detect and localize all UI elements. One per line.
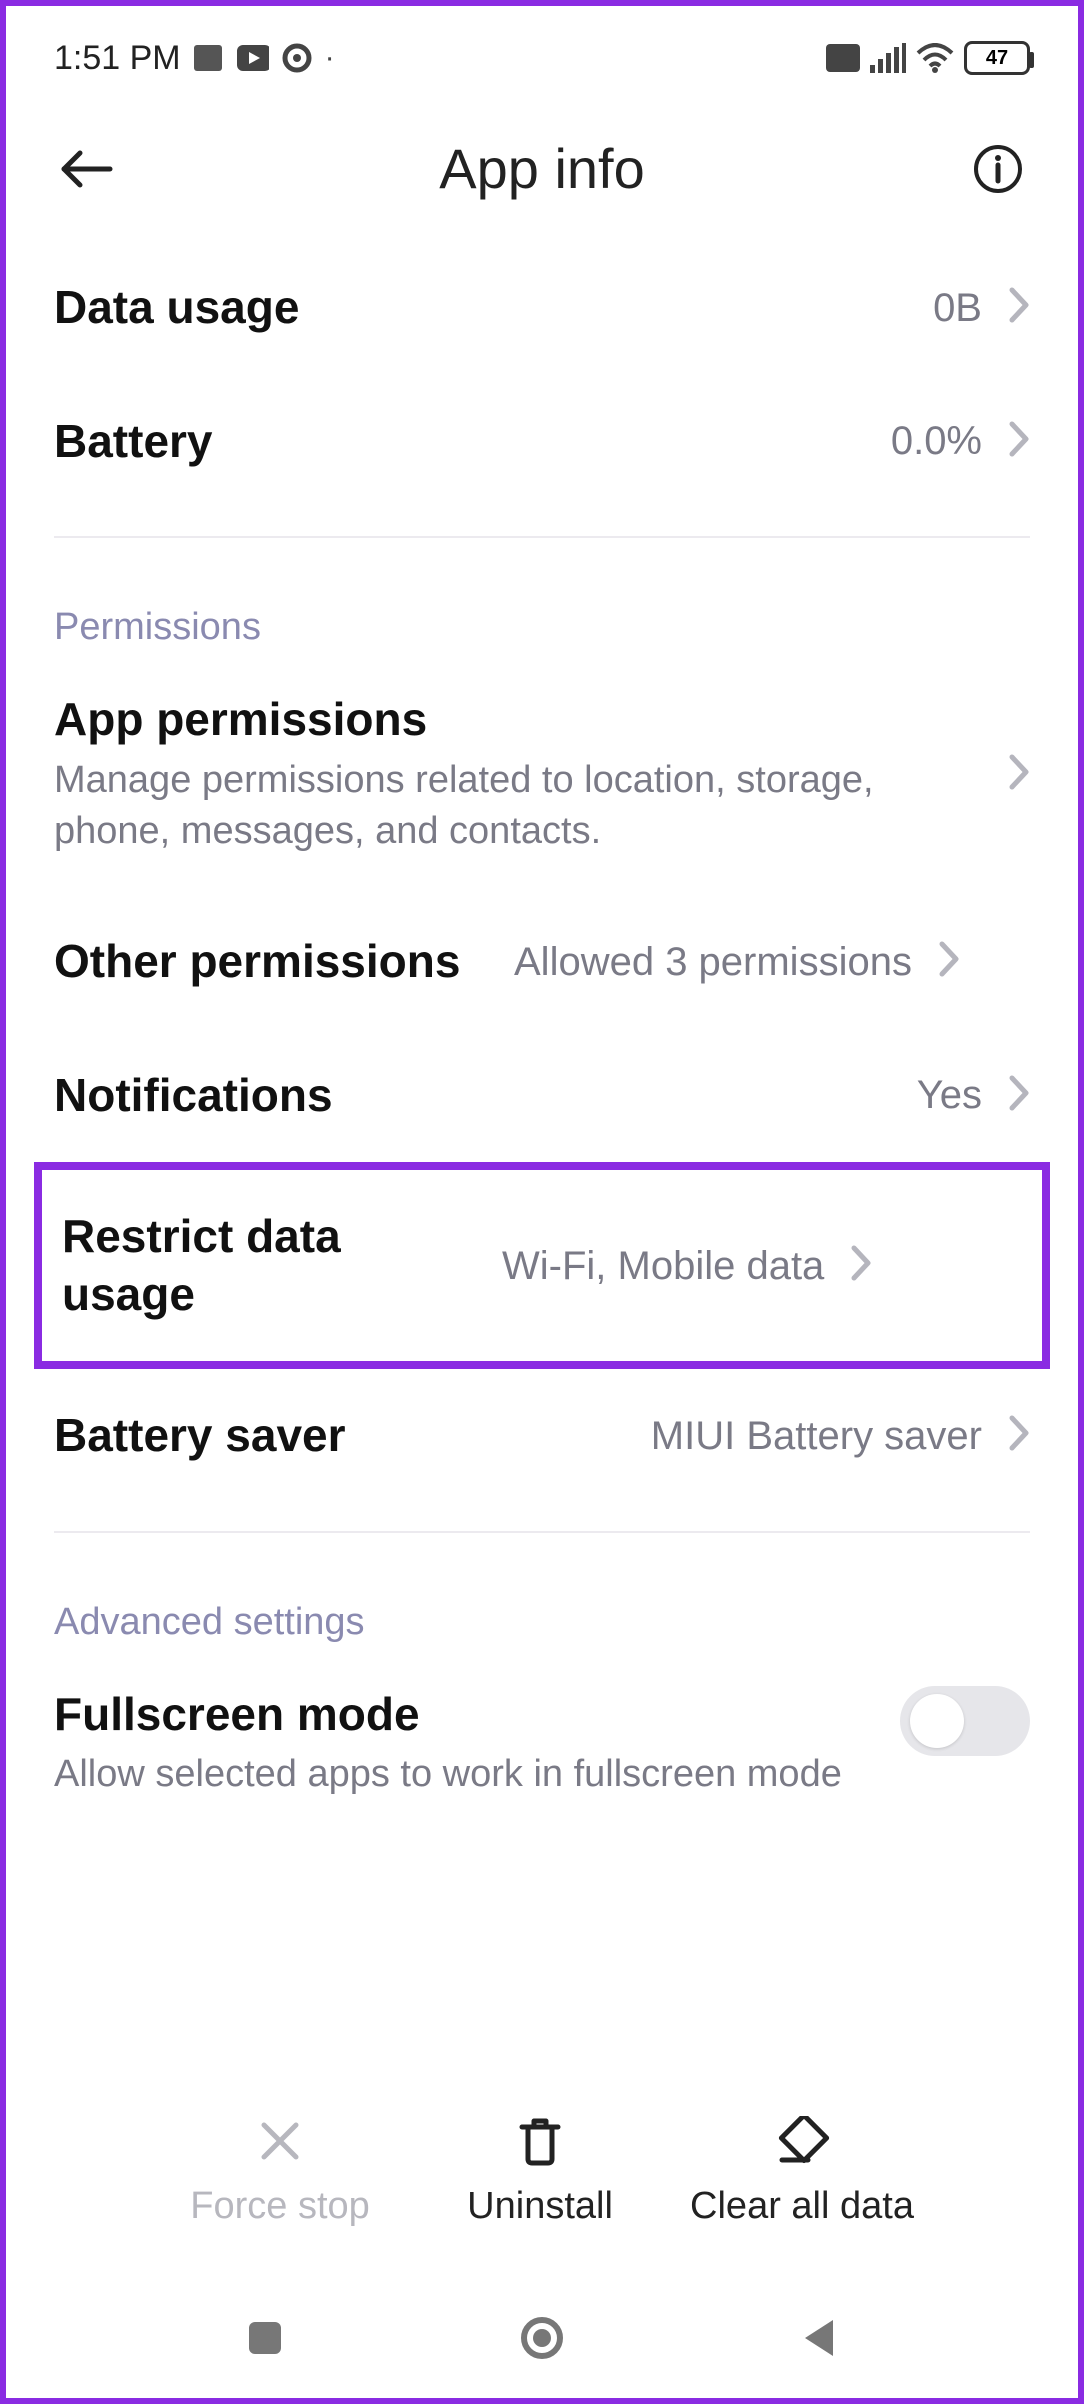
section-permissions-label: Permissions (6, 566, 1078, 653)
trash-icon (510, 2111, 570, 2171)
status-bar: 1:51 PM · 47 (6, 6, 1078, 96)
signal-icon (870, 43, 906, 73)
nav-recents-button[interactable] (235, 2308, 295, 2368)
section-advanced-label: Advanced settings (6, 1561, 1078, 1648)
row-title: Notifications (54, 1067, 897, 1125)
toggle-knob (910, 1694, 964, 1748)
row-title: Battery saver (54, 1407, 631, 1465)
status-right: 47 (826, 41, 1030, 75)
chevron-right-icon (1008, 753, 1030, 796)
row-app-permissions[interactable]: App permissions Manage permissions relat… (6, 653, 1078, 895)
row-battery-saver[interactable]: Battery saver MIUI Battery saver (6, 1369, 1078, 1503)
fullscreen-toggle[interactable] (900, 1686, 1030, 1756)
row-notifications[interactable]: Notifications Yes (6, 1029, 1078, 1163)
row-title: Other permissions (54, 933, 494, 991)
battery-icon: 47 (964, 41, 1030, 75)
row-value: 0B (933, 282, 982, 334)
more-notifications-icon: · (325, 43, 335, 73)
divider (54, 1531, 1030, 1533)
chevron-right-icon (1008, 420, 1030, 463)
row-title: Data usage (54, 279, 913, 337)
row-subtitle: Manage permissions related to location, … (54, 755, 982, 858)
action-label: Uninstall (467, 2185, 613, 2228)
row-value: Allowed 3 permissions (514, 936, 912, 988)
square-icon (245, 2318, 285, 2358)
close-icon (250, 2111, 310, 2171)
uninstall-button[interactable]: Uninstall (430, 2111, 650, 2228)
row-restrict-data-usage[interactable]: Restrict data usage Wi-Fi, Mobile data (42, 1170, 1042, 1361)
system-nav-bar (6, 2308, 1078, 2368)
eraser-icon (772, 2111, 832, 2171)
row-value: Wi-Fi, Mobile data (502, 1240, 824, 1292)
triangle-left-icon (799, 2316, 839, 2360)
status-left: 1:51 PM · (54, 39, 335, 78)
chevron-right-icon (1008, 286, 1030, 329)
row-title: Restrict data usage (62, 1208, 482, 1323)
row-value: 0.0% (891, 415, 982, 467)
info-icon (972, 143, 1024, 195)
chevron-right-icon (1008, 1414, 1030, 1457)
row-other-permissions[interactable]: Other permissions Allowed 3 permissions (6, 895, 1078, 1029)
volte-icon (826, 44, 860, 72)
row-data-usage[interactable]: Data usage 0B (6, 241, 1078, 375)
chevron-right-icon (850, 1244, 872, 1287)
app-notification-icon-1 (193, 42, 225, 74)
settings-list: Data usage 0B Battery 0.0% Permissions A… (6, 241, 1078, 1838)
circle-icon (518, 2314, 566, 2362)
battery-level: 47 (986, 47, 1008, 70)
row-title: Fullscreen mode (54, 1686, 880, 1744)
nav-home-button[interactable] (512, 2308, 572, 2368)
page-title: App info (118, 136, 966, 201)
arrow-left-icon (58, 149, 114, 189)
youtube-icon (237, 42, 269, 74)
force-stop-button[interactable]: Force stop (170, 2111, 390, 2228)
action-label: Force stop (190, 2185, 370, 2228)
divider (54, 536, 1030, 538)
app-notification-icon-2 (281, 42, 313, 74)
nav-back-button[interactable] (789, 2308, 849, 2368)
action-label: Clear all data (690, 2185, 914, 2228)
clear-all-data-button[interactable]: Clear all data (690, 2111, 914, 2228)
chevron-right-icon (938, 940, 960, 983)
row-title: Battery (54, 413, 871, 471)
row-fullscreen-mode[interactable]: Fullscreen mode Allow selected apps to w… (6, 1648, 1078, 1839)
highlight-restrict-data-usage: Restrict data usage Wi-Fi, Mobile data (34, 1162, 1050, 1369)
back-button[interactable] (54, 137, 118, 201)
info-button[interactable] (966, 137, 1030, 201)
status-time: 1:51 PM (54, 39, 181, 78)
row-value: MIUI Battery saver (651, 1410, 982, 1462)
bottom-action-bar: Force stop Uninstall Clear all data (6, 2091, 1078, 2248)
row-subtitle: Allow selected apps to work in fullscree… (54, 1749, 880, 1800)
row-battery[interactable]: Battery 0.0% (6, 375, 1078, 509)
row-title: App permissions (54, 691, 982, 749)
app-header: App info (6, 96, 1078, 241)
row-value: Yes (917, 1069, 982, 1121)
wifi-icon (916, 43, 954, 73)
chevron-right-icon (1008, 1074, 1030, 1117)
